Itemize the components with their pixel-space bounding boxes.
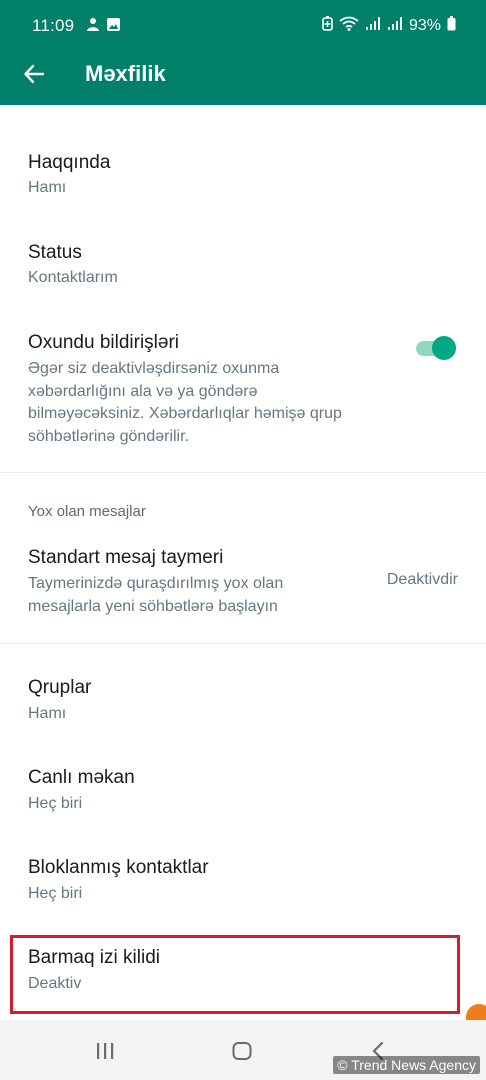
toggle-thumb [432,336,456,360]
message-timer-desc-1: Taymerinizdə quraşdırılmış yox olan [28,575,284,592]
setting-status[interactable]: Status Kontaktlarım [0,230,486,310]
setting-live-location[interactable]: Canlı məkan Heç biri [0,755,486,835]
setting-about-title: Haqqında [28,152,111,173]
battery-icon [447,16,456,36]
read-receipts-desc-4: söhbətlərinə göndərilir. [28,427,189,445]
read-receipts-toggle[interactable] [414,335,456,361]
signal-icon [365,16,381,36]
setting-groups-value: Hamı [28,705,67,722]
watermark: © Trend News Agency [333,1056,480,1074]
status-right: 93% [322,16,456,36]
message-timer-title: Standart mesaj taymeri [28,547,224,568]
message-timer-desc-2: mesajlarla yeni söhbətlərə başlayın [28,597,278,615]
setting-groups[interactable]: Qruplar Hamı [0,665,486,745]
blocked-contacts-value: Heç biri [28,885,83,902]
lock-person-icon [86,17,100,37]
wifi-icon [339,16,359,36]
signal-icon [387,16,403,36]
divider [0,472,486,473]
setting-read-receipts[interactable]: Oxundu bildirişləri Əgər siz deaktivləşd… [0,320,486,460]
recents-button[interactable] [92,1038,118,1064]
status-bar: 11:09 93% [0,0,486,50]
home-icon [232,1042,252,1060]
read-receipts-desc-2: xəbərdarlığını ala və ya göndərə [28,382,258,400]
highlight-box [10,935,460,1014]
live-location-value: Heç biri [28,795,83,812]
battery-percent: 93% [408,17,441,34]
arrow-left-icon [24,64,45,84]
page-title: Məxfilik [85,61,166,86]
live-location-title: Canlı məkan [28,767,135,788]
setting-status-title: Status [28,242,82,263]
read-receipts-desc-1: Əgər siz deaktivləşdirsəniz oxunma [28,360,280,377]
read-receipts-desc-3: bilməyəcəksiniz. Xəbərdarlıqlar həmişə q… [28,405,342,422]
setting-about-value: Hamı [28,179,67,196]
recents-icon [97,1043,114,1059]
image-icon [106,17,121,37]
setting-message-timer[interactable]: Standart mesaj taymeri Taymerinizdə qura… [0,535,486,630]
setting-status-value: Kontaktlarım [28,269,118,286]
setting-blocked-contacts[interactable]: Bloklanmış kontaktlar Heç biri [0,845,486,925]
navigation-bar: © Trend News Agency [0,1020,486,1080]
header: 11:09 93% Məxfilik [0,0,486,105]
divider [0,643,486,644]
status-time: 11:09 [32,16,75,35]
home-button[interactable] [229,1038,255,1064]
setting-groups-title: Qruplar [28,677,92,698]
blocked-contacts-title: Bloklanmış kontaktlar [28,857,209,878]
battery-saver-icon [322,16,333,36]
status-left-icons [86,17,121,37]
setting-about[interactable]: Haqqında Hamı [0,140,486,220]
message-timer-value: Deaktivdir [386,571,458,588]
read-receipts-title: Oxundu bildirişləri [28,332,180,353]
app-bar: Məxfilik [0,50,486,105]
section-header-disappearing: Yox olan mesajlar [28,503,146,520]
back-button[interactable] [18,58,50,90]
